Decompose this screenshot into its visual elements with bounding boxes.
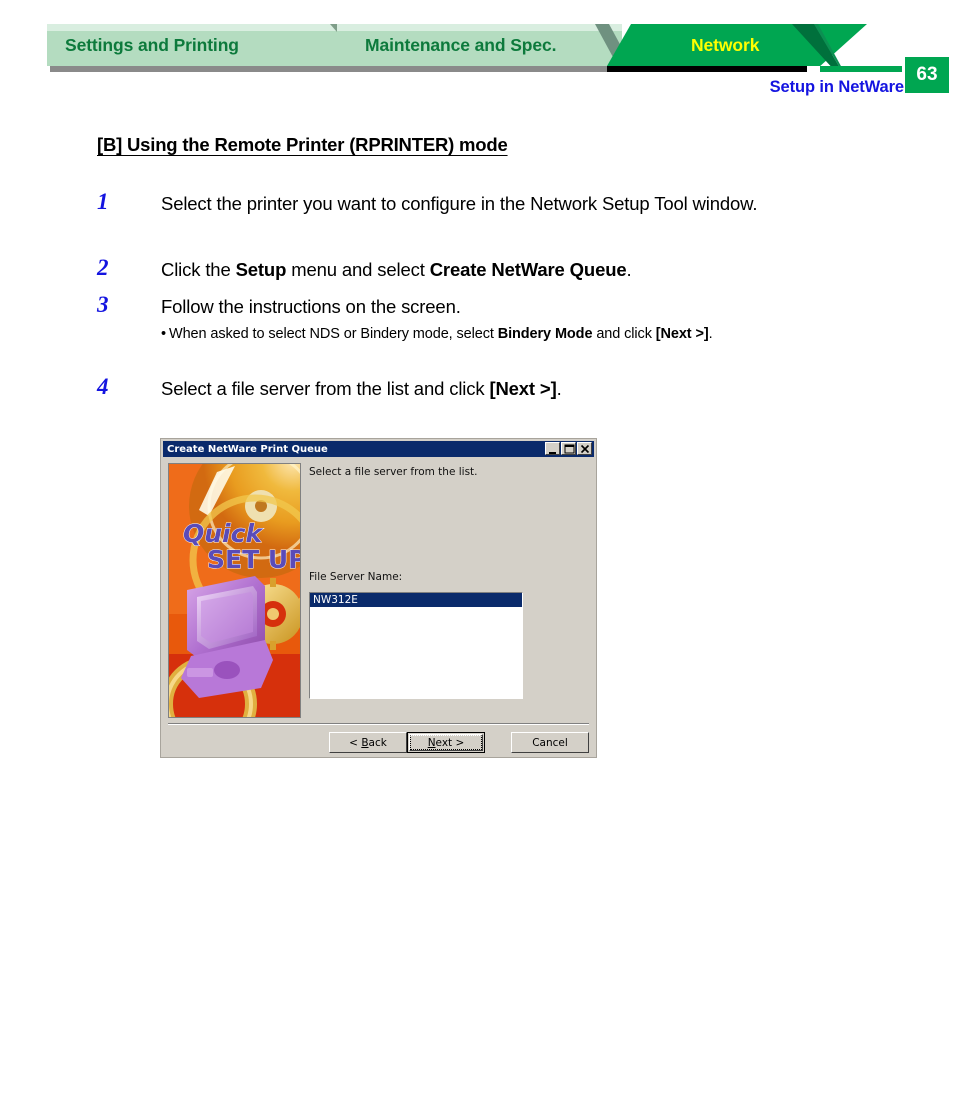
sub-note-text-before: When asked to select NDS or Bindery mode…	[168, 326, 498, 342]
sub-note-text-mid: and click	[592, 326, 656, 342]
tab-strip: Settings and Printing Maintenance and Sp…	[47, 24, 949, 93]
step-number-1: 1	[97, 189, 109, 214]
step-number-2: 2	[97, 255, 109, 280]
step-3-text: Follow the instructions on the screen.	[161, 296, 461, 317]
back-button-label: < Back	[349, 736, 387, 749]
dialog-instruction-text: Select a file server from the list.	[309, 466, 478, 478]
step-2-text-before: Click the	[161, 259, 236, 280]
instruction-step-4: 4 Select a file server from the list and…	[97, 374, 927, 403]
tab-network-wedge-icon	[792, 24, 862, 72]
file-server-listbox[interactable]: NW312E	[309, 592, 523, 699]
cancel-button[interactable]: Cancel	[511, 732, 589, 753]
window-controls	[545, 442, 592, 455]
tab-shadow-maintenance	[337, 66, 622, 72]
page-number-badge: 63	[905, 57, 949, 93]
dialog-button-row: < Back Next > Cancel	[329, 732, 589, 754]
step-4-text-after: .	[556, 378, 562, 399]
tab-highlight-strip	[337, 24, 622, 31]
page-title: [B] Using the Remote Printer (RPRINTER) …	[97, 134, 508, 155]
tab-maintenance-and-spec[interactable]: Maintenance and Spec.	[337, 24, 622, 66]
tab-settings-and-printing[interactable]: Settings and Printing	[47, 24, 337, 66]
step-1-text: Select the printer you want to configure…	[161, 193, 758, 214]
step-3-sub-note: • When asked to select NDS or Bindery mod…	[161, 326, 941, 342]
step-number-4: 4	[97, 374, 109, 399]
page-header: Settings and Printing Maintenance and Sp…	[0, 0, 954, 110]
step-2-text-mid: menu and select	[286, 259, 430, 280]
sub-note-text-after: .	[708, 326, 713, 342]
step-2-bold-setup: Setup	[235, 259, 287, 280]
maximize-button[interactable]	[561, 442, 576, 455]
close-button[interactable]	[577, 442, 592, 455]
tab-highlight-strip	[47, 24, 337, 31]
file-server-name-label: File Server Name:	[309, 571, 403, 583]
next-button-label: Next >	[427, 736, 465, 749]
step-4-text-before: Select a file server from the list and c…	[161, 378, 490, 399]
step-2-text-after: .	[626, 259, 632, 280]
svg-text:SET UP: SET UP	[207, 545, 300, 574]
tab-shadow-settings	[50, 66, 337, 72]
bullet-icon: •	[161, 326, 166, 342]
tab-network-label: Network	[691, 34, 760, 55]
tab-network-base-bar	[820, 66, 902, 72]
step-text-2: Click the Setup menu and select Create N…	[161, 256, 927, 284]
sub-note-bold-next: [Next >]	[655, 326, 709, 342]
section-subtitle: Setup in NetWare	[769, 78, 904, 96]
list-item[interactable]: NW312E	[310, 593, 522, 607]
instruction-step-2: 2 Click the Setup menu and select Create…	[97, 255, 927, 284]
svg-text:Quick: Quick	[183, 519, 263, 548]
dialog-title: Create NetWare Print Queue	[167, 443, 328, 455]
step-text-3: Follow the instructions on the screen.	[161, 293, 927, 321]
step-number-3: 3	[97, 292, 109, 317]
next-button[interactable]: Next >	[407, 732, 485, 753]
tab-shadow-network	[607, 66, 807, 72]
cancel-button-label: Cancel	[532, 736, 568, 749]
dialog-separator	[168, 723, 589, 725]
create-netware-print-queue-dialog: Create NetWare Print Queue Quick SET UP …	[160, 438, 597, 758]
minimize-button[interactable]	[545, 442, 560, 455]
step-text-1: Select the printer you want to configure…	[161, 190, 927, 218]
step-text-4: Select a file server from the list and c…	[161, 375, 927, 403]
quick-setup-graphic: Quick SET UP	[168, 463, 301, 718]
back-button[interactable]: < Back	[329, 732, 407, 753]
step-4-bold-next: [Next >]	[489, 378, 557, 399]
next-button-focus-ring: Next >	[410, 735, 482, 750]
page-number: 63	[916, 64, 938, 85]
instruction-step-1: 1 Select the printer you want to configu…	[97, 189, 927, 218]
dialog-title-bar: Create NetWare Print Queue	[163, 441, 594, 457]
step-2-bold-create-queue: Create NetWare Queue	[429, 259, 627, 280]
tab-maintenance-and-spec-label: Maintenance and Spec.	[365, 34, 557, 55]
tab-settings-and-printing-label: Settings and Printing	[65, 34, 239, 55]
instruction-step-3: 3 Follow the instructions on the screen.	[97, 292, 927, 321]
sub-note-bold-bindery-mode: Bindery Mode	[497, 326, 593, 342]
